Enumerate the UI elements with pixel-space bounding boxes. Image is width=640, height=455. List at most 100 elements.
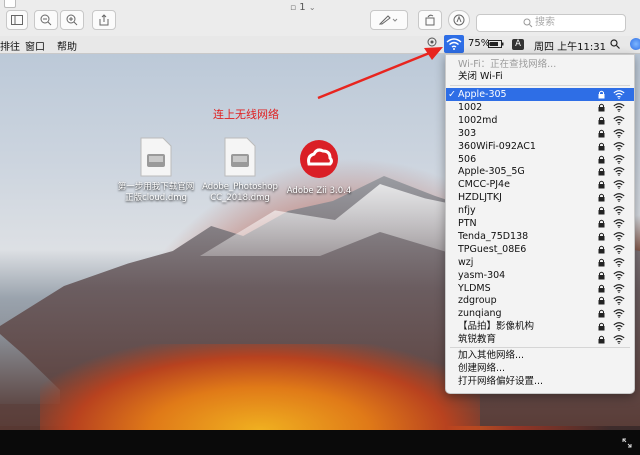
wifi-network-item[interactable]: 303 [446,127,634,140]
rotate-icon [425,14,435,26]
menu-divider [450,85,630,86]
zoom-in-icon [66,14,78,26]
wifi-signal-icon [613,245,625,254]
battery-percent: 75% [468,38,491,49]
join-other-network-item[interactable]: 加入其他网络... [446,349,634,362]
wifi-signal-icon [613,335,625,345]
wifi-signal-icon [613,270,625,280]
wifi-signal-icon [613,309,625,319]
lock-icon [598,245,605,254]
wifi-status-button[interactable] [444,35,464,53]
turn-off-wifi-item[interactable]: 关闭 Wi-Fi [446,70,634,83]
wifi-network-item[interactable]: TPGuest_08E6 [446,243,634,256]
wifi-network-name: 1002 [458,101,483,113]
wifi-signal-icon [613,90,625,99]
status-eye-icon[interactable] [426,37,438,50]
desktop-file-label-line1: Adobe_Photoshop [202,182,278,192]
lock-icon [598,322,605,331]
menu-item-help[interactable]: 帮助 [57,38,77,53]
clock[interactable]: 周四 上午11:31 [534,38,606,53]
wifi-network-item[interactable]: 【品拍】影像机构 [446,320,634,333]
window-title: ▫ 1 ⌄ [290,2,316,13]
wifi-network-item[interactable]: PTN [446,217,634,230]
wifi-signal-icon [613,232,625,241]
wifi-network-name: nfjy [458,205,476,217]
annotation-text: 连上无线网络 [213,108,279,121]
wifi-network-item[interactable]: nfjy [446,204,634,217]
annotate-icon [453,14,465,26]
wifi-network-name: Apple-305_5G [458,166,525,178]
wifi-network-name: PTN [458,218,477,229]
input-source-icon[interactable]: A [512,39,524,50]
wifi-network-name: zdgroup [458,295,497,307]
share-button[interactable] [92,10,116,30]
wifi-network-item[interactable]: yasm-304 [446,269,634,282]
menu-bar: 排往 窗口 帮助 75% A 周四 上午11:31 [0,35,640,54]
lock-icon [598,310,605,318]
disk-image-icon [224,137,256,177]
wifi-network-item[interactable]: YLDMS [446,282,634,295]
wifi-network-item[interactable]: HZDLJTKJ [446,191,634,204]
lock-icon [598,103,605,112]
wifi-signal-icon [613,206,625,216]
search-icon [610,39,620,49]
fullscreen-icon[interactable] [622,438,632,448]
markup-button[interactable] [370,10,408,30]
open-network-preferences-item[interactable]: 打开网络偏好设置... [446,375,634,388]
wifi-network-item[interactable]: zunqiang [446,307,634,320]
checkmark-icon: ✓ [448,89,456,100]
battery-icon[interactable] [488,40,504,51]
bottom-bar [0,430,640,455]
eye-icon [427,37,437,47]
spotlight-search-icon[interactable] [610,39,620,52]
share-icon [99,14,109,26]
wifi-menu: Wi-Fi：正在查找网络... 关闭 Wi-Fi ✓ Apple-305 1002 1… [445,54,635,394]
lock-icon [598,271,605,280]
zoom-in-button[interactable] [60,10,84,30]
battery-icon-shape [488,40,504,48]
wifi-network-item[interactable]: 1002 [446,101,634,114]
wifi-network-item[interactable]: zdgroup [446,294,634,307]
wifi-network-item[interactable]: 1002md [446,114,634,127]
wifi-network-item[interactable]: 360WiFi-092AC1 [446,140,634,153]
wifi-network-name: YLDMS [458,282,491,294]
wifi-network-name: CMCC-PJ4e [458,179,510,191]
wifi-network-item[interactable]: 筑锐教育 [446,333,634,346]
menu-item-0[interactable]: 排往 [0,38,20,53]
sidebar-toggle-button[interactable] [6,10,28,30]
wifi-signal-icon [613,167,625,177]
siri-icon[interactable] [630,38,640,50]
chevron-down-icon[interactable]: ⌄ [309,3,316,12]
desktop-file-label-line2: 正版cloud.dmg [125,193,187,203]
creative-cloud-icon [300,140,338,178]
desktop-file-label-line2: CC_2018.dmg [210,193,270,203]
wifi-network-item[interactable]: Apple-305_5G [446,165,634,178]
wifi-signal-icon [613,116,625,125]
create-network-item[interactable]: 创建网络... [446,362,634,375]
lock-icon [598,219,605,228]
menu-item-window[interactable]: 窗口 [25,38,45,53]
wifi-network-item[interactable]: ✓ Apple-305 [446,88,634,101]
search-icon [523,18,533,28]
wifi-network-item[interactable]: CMCC-PJ4e [446,178,634,191]
lock-icon [598,155,605,163]
lock-icon [598,142,605,151]
search-input[interactable]: 搜索 [476,14,626,32]
wifi-network-name: HZDLJTKJ [458,192,502,204]
wifi-network-item[interactable]: Tenda_75D138 [446,230,634,243]
rotate-button[interactable] [418,10,442,30]
lock-icon [598,116,605,125]
wifi-network-name: 360WiFi-092AC1 [458,140,536,152]
wifi-network-name: 303 [458,127,477,139]
wifi-network-item[interactable]: wzj [446,256,634,269]
window-title-text: 1 [299,2,306,13]
zoom-out-button[interactable] [34,10,58,30]
annotate-button[interactable] [448,10,470,30]
lock-icon [598,297,605,305]
screen: ▫ 1 ⌄ 搜索 排往 窗口 帮助 75% A 周四 上午11:31 连上无线网… [0,0,640,455]
desktop-file-label-line1: 第一步用我下载官网 [117,182,195,192]
wifi-signal-icon [613,154,625,164]
document-icon: ▫ [290,3,297,13]
wifi-network-item[interactable]: 506 [446,153,634,166]
wifi-network-name: TPGuest_08E6 [458,243,527,255]
